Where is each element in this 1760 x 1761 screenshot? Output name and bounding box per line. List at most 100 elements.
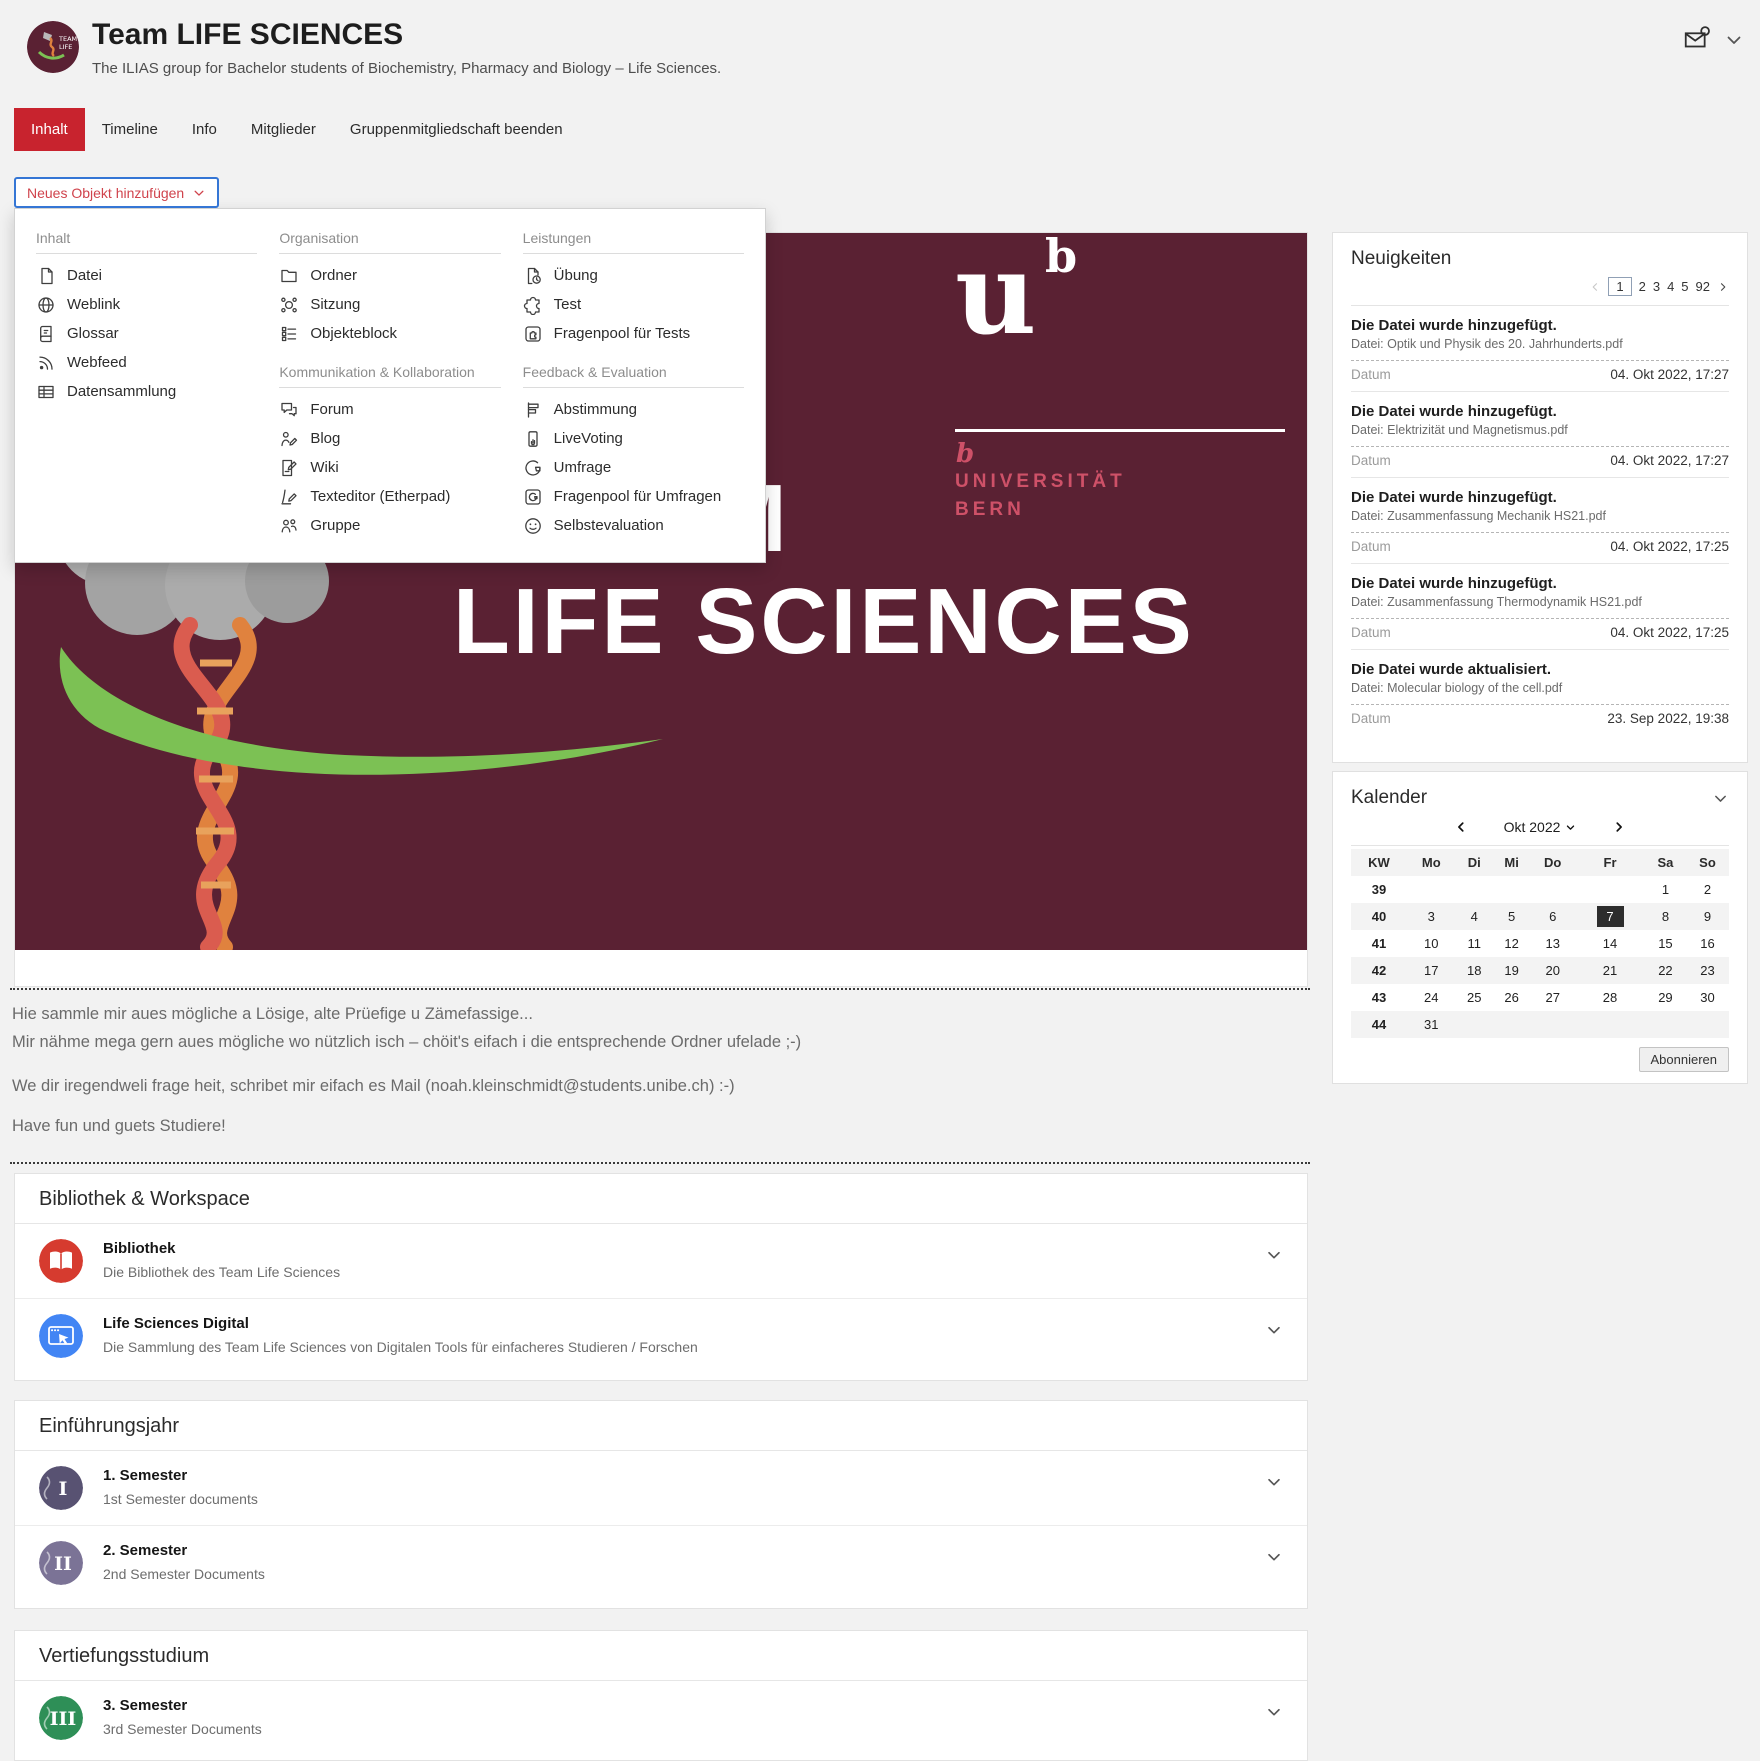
calendar-day-cell bbox=[1686, 1011, 1729, 1038]
menu-item-datensammlung[interactable]: Datensammlung bbox=[36, 377, 257, 406]
menu-item-blog[interactable]: Blog bbox=[279, 424, 500, 453]
calendar-day-cell[interactable]: 12 bbox=[1493, 930, 1530, 957]
calendar-day-cell[interactable]: 4 bbox=[1456, 903, 1493, 930]
pagination-page-3[interactable]: 3 bbox=[1653, 279, 1660, 294]
calendar-day-cell[interactable]: 30 bbox=[1686, 984, 1729, 1011]
calendar-day-cell[interactable]: 14 bbox=[1575, 930, 1645, 957]
list-item-3-semester[interactable]: III3. Semester3rd Semester Documents bbox=[15, 1681, 1307, 1755]
menu-item-wiki[interactable]: Wiki bbox=[279, 453, 500, 482]
calendar-day-cell[interactable]: 8 bbox=[1645, 903, 1686, 930]
menu-item-forum[interactable]: Forum bbox=[279, 395, 500, 424]
menu-item-selbstevaluation[interactable]: Selbstevaluation bbox=[523, 511, 744, 540]
news-item[interactable]: Die Datei wurde hinzugefügt.Datei: Zusam… bbox=[1351, 478, 1729, 564]
header-collapse-chevron-icon[interactable] bbox=[1724, 30, 1744, 50]
tab-mitglieder[interactable]: Mitglieder bbox=[234, 108, 333, 151]
pagination-page-5[interactable]: 5 bbox=[1681, 279, 1688, 294]
menu-item-livevoting[interactable]: LiveVoting bbox=[523, 424, 744, 453]
calendar-prev-month-icon[interactable] bbox=[1454, 820, 1468, 834]
menu-item-webfeed[interactable]: Webfeed bbox=[36, 348, 257, 377]
calendar-day-cell[interactable]: 16 bbox=[1686, 930, 1729, 957]
calendar-day-cell[interactable]: 27 bbox=[1530, 984, 1575, 1011]
list-item-title[interactable]: 1. Semester bbox=[103, 1467, 258, 1484]
news-item[interactable]: Die Datei wurde aktualisiert.Datei: Mole… bbox=[1351, 650, 1729, 735]
pagination-prev-icon[interactable] bbox=[1589, 281, 1601, 293]
item-expand-chevron-icon[interactable] bbox=[1265, 1473, 1283, 1491]
pagination-page-92[interactable]: 92 bbox=[1696, 279, 1710, 294]
item-expand-chevron-icon[interactable] bbox=[1265, 1548, 1283, 1566]
list-item-description: 2nd Semester Documents bbox=[103, 1566, 265, 1582]
menu-item-texteditor-etherpad[interactable]: Texteditor (Etherpad) bbox=[279, 482, 500, 511]
list-item-title[interactable]: 3. Semester bbox=[103, 1697, 262, 1714]
calendar-day-cell[interactable]: 2 bbox=[1686, 876, 1729, 903]
list-item-bibliothek[interactable]: BibliothekDie Bibliothek des Team Life S… bbox=[15, 1224, 1307, 1299]
calendar-day-cell[interactable]: 18 bbox=[1456, 957, 1493, 984]
item-expand-chevron-icon[interactable] bbox=[1265, 1703, 1283, 1721]
calendar-day-cell[interactable]: 28 bbox=[1575, 984, 1645, 1011]
pagination-page-4[interactable]: 4 bbox=[1667, 279, 1674, 294]
add-object-button[interactable]: Neues Objekt hinzufügen bbox=[14, 177, 219, 208]
calendar-day-cell[interactable]: 5 bbox=[1493, 903, 1530, 930]
calendar-day-cell[interactable]: 24 bbox=[1407, 984, 1456, 1011]
news-item[interactable]: Die Datei wurde hinzugefügt.Datei: Elekt… bbox=[1351, 392, 1729, 478]
calendar-day-cell[interactable]: 19 bbox=[1493, 957, 1530, 984]
calendar-day-cell[interactable]: 6 bbox=[1530, 903, 1575, 930]
calendar-day-cell[interactable]: 13 bbox=[1530, 930, 1575, 957]
calendar-day-cell[interactable]: 1 bbox=[1645, 876, 1686, 903]
news-item[interactable]: Die Datei wurde hinzugefügt.Datei: Optik… bbox=[1351, 306, 1729, 392]
news-item[interactable]: Die Datei wurde hinzugefügt.Datei: Zusam… bbox=[1351, 564, 1729, 650]
calendar-day-cell[interactable]: 22 bbox=[1645, 957, 1686, 984]
calendar-day-cell[interactable]: 20 bbox=[1530, 957, 1575, 984]
calendar-day-cell[interactable]: 29 bbox=[1645, 984, 1686, 1011]
list-item-life-sciences-digital[interactable]: Life Sciences DigitalDie Sammlung des Te… bbox=[15, 1299, 1307, 1373]
calendar-weekday-di: Di bbox=[1456, 849, 1493, 876]
calendar-day-cell[interactable]: 9 bbox=[1686, 903, 1729, 930]
calendar-collapse-chevron-icon[interactable] bbox=[1712, 790, 1729, 807]
pagination-page-2[interactable]: 2 bbox=[1639, 279, 1646, 294]
calendar-day-cell[interactable]: 7 bbox=[1575, 903, 1645, 930]
menu-item-fragenpool-fuer-umfragen[interactable]: Fragenpool für Umfragen bbox=[523, 482, 744, 511]
menu-item-glossar[interactable]: Glossar bbox=[36, 319, 257, 348]
calendar-week-row: 4217181920212223 bbox=[1351, 957, 1729, 984]
calendar-day-cell[interactable]: 21 bbox=[1575, 957, 1645, 984]
calendar-day-cell[interactable]: 23 bbox=[1686, 957, 1729, 984]
pagination-page-1[interactable]: 1 bbox=[1608, 277, 1631, 296]
calendar-day-cell[interactable]: 15 bbox=[1645, 930, 1686, 957]
calendar-day-cell[interactable]: 31 bbox=[1407, 1011, 1456, 1038]
item-expand-chevron-icon[interactable] bbox=[1265, 1321, 1283, 1339]
pagination-next-icon[interactable] bbox=[1717, 281, 1729, 293]
calendar-day-cell[interactable]: 3 bbox=[1407, 903, 1456, 930]
list-item-title[interactable]: 2. Semester bbox=[103, 1542, 265, 1559]
calendar-day-cell[interactable]: 25 bbox=[1456, 984, 1493, 1011]
menu-item-test[interactable]: Test bbox=[523, 290, 744, 319]
list-item-1-semester[interactable]: I1. Semester1st Semester documents bbox=[15, 1451, 1307, 1526]
item-expand-chevron-icon[interactable] bbox=[1265, 1246, 1283, 1264]
calendar-day-cell[interactable]: 26 bbox=[1493, 984, 1530, 1011]
calendar-day-cell[interactable]: 10 bbox=[1407, 930, 1456, 957]
calendar-day-cell[interactable]: 11 bbox=[1456, 930, 1493, 957]
list-item-title[interactable]: Life Sciences Digital bbox=[103, 1315, 698, 1332]
menu-item-datei[interactable]: Datei bbox=[36, 261, 257, 290]
calendar-day-cell[interactable]: 17 bbox=[1407, 957, 1456, 984]
calendar-selected-day[interactable]: 7 bbox=[1597, 906, 1624, 927]
menu-item-fragenpool-fuer-tests[interactable]: Fragenpool für Tests bbox=[523, 319, 744, 348]
menu-item-weblink[interactable]: Weblink bbox=[36, 290, 257, 319]
menu-item-uebung[interactable]: Übung bbox=[523, 261, 744, 290]
digital-tools-icon bbox=[39, 1314, 83, 1358]
menu-item-objekteblock[interactable]: Objekteblock bbox=[279, 319, 500, 348]
mail-notification-icon[interactable] bbox=[1682, 24, 1712, 59]
tab-info[interactable]: Info bbox=[175, 108, 234, 151]
menu-item-gruppe[interactable]: Gruppe bbox=[279, 511, 500, 540]
menu-item-abstimmung[interactable]: Abstimmung bbox=[523, 395, 744, 424]
calendar-month-select[interactable]: Okt 2022 bbox=[1504, 819, 1577, 835]
tab-inhalt[interactable]: Inhalt bbox=[14, 108, 85, 151]
list-item-title[interactable]: Bibliothek bbox=[103, 1240, 340, 1257]
tab-timeline[interactable]: Timeline bbox=[85, 108, 175, 151]
list-item-2-semester[interactable]: II2. Semester2nd Semester Documents bbox=[15, 1526, 1307, 1600]
subscribe-button[interactable]: Abonnieren bbox=[1639, 1047, 1730, 1072]
tab-gruppenmitgliedschaft-beenden[interactable]: Gruppenmitgliedschaft beenden bbox=[333, 108, 580, 151]
calendar-next-month-icon[interactable] bbox=[1612, 820, 1626, 834]
menu-item-ordner[interactable]: Ordner bbox=[279, 261, 500, 290]
menu-item-sitzung[interactable]: Sitzung bbox=[279, 290, 500, 319]
menu-item-umfrage[interactable]: Umfrage bbox=[523, 453, 744, 482]
calendar-grid: KWMoDiMiDoFrSaSo391240345678941101112131… bbox=[1351, 849, 1729, 1038]
